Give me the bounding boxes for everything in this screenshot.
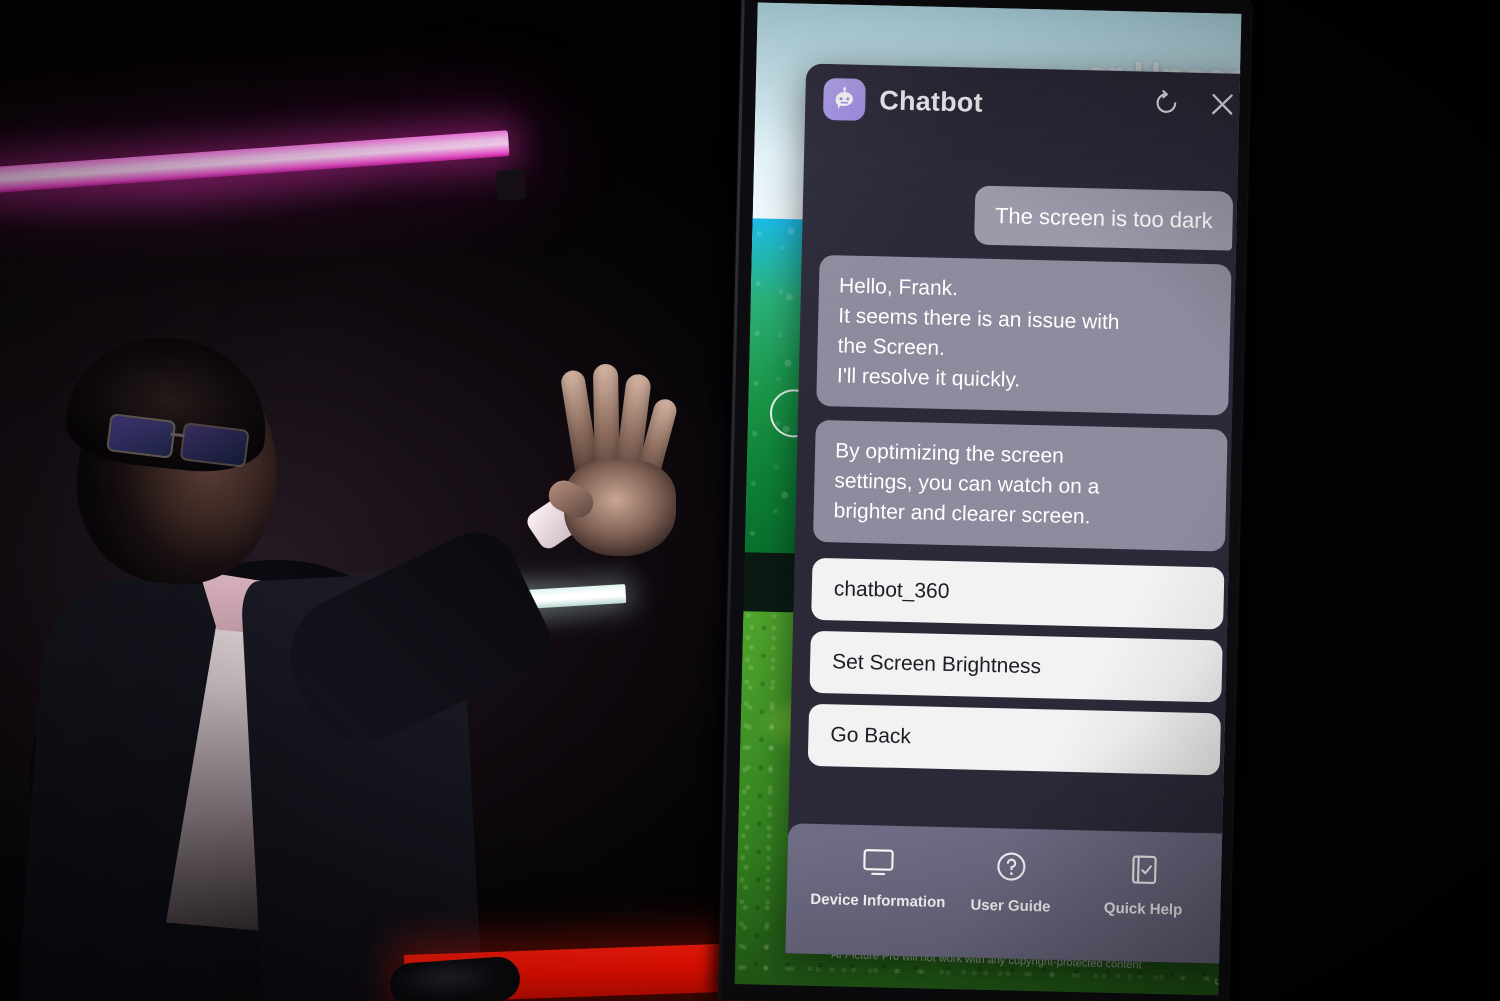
presenter-hand	[543, 363, 680, 556]
bot-message-bubble: By optimizing the screen settings, you c…	[812, 420, 1228, 552]
user-message-bubble: The screen is too dark	[974, 185, 1234, 251]
tv-screen: er Upscaling to the most l and definitio…	[734, 2, 1242, 996]
footer-item-user-guide[interactable]: User Guide	[945, 849, 1077, 916]
option-go-back[interactable]: Go Back	[807, 703, 1222, 776]
chatbot-quick-replies: chatbot_360 Set Screen Brightness Go Bac…	[807, 557, 1225, 776]
question-circle-icon	[995, 850, 1028, 888]
television: er Upscaling to the most l and definitio…	[718, 0, 1252, 1001]
monitor-icon	[861, 847, 896, 883]
bot-message-bubble: Hello, Frank. It seems there is an issue…	[816, 255, 1232, 417]
footer-label: User Guide	[970, 896, 1051, 916]
pink-led-end-cap	[495, 169, 527, 201]
refresh-icon[interactable]	[1149, 86, 1184, 121]
footer-label: Quick Help	[1103, 899, 1183, 919]
glasses-lens-right	[179, 422, 250, 468]
footer-label: Device Information	[810, 890, 946, 912]
glasses-lens-left	[106, 413, 177, 459]
chatbot-header: Chatbot	[805, 64, 1242, 133]
screenshot-root: er Upscaling to the most l and definitio…	[0, 0, 1500, 1001]
chatbot-title: Chatbot	[879, 84, 984, 118]
option-set-screen-brightness[interactable]: Set Screen Brightness	[809, 630, 1223, 703]
footer-item-device-information[interactable]: Device Information	[810, 846, 946, 912]
chatbot-panel: Chatbot The screen is too dark Hello, Fr…	[785, 63, 1242, 964]
chatbot-footer-nav: Device Information User Guide Quick Help	[785, 823, 1237, 964]
presenter-silhouette	[0, 327, 680, 1001]
checklist-book-icon	[1128, 853, 1159, 891]
footer-item-quick-help[interactable]: Quick Help	[1078, 852, 1210, 919]
foreground-object	[388, 955, 522, 1001]
close-icon[interactable]	[1205, 87, 1240, 122]
robot-icon	[822, 77, 866, 121]
chatbot-message-list: The screen is too dark Hello, Frank. It …	[789, 122, 1242, 820]
option-chatbot-360[interactable]: chatbot_360	[811, 557, 1225, 630]
chatbot-header-actions	[1149, 86, 1240, 122]
